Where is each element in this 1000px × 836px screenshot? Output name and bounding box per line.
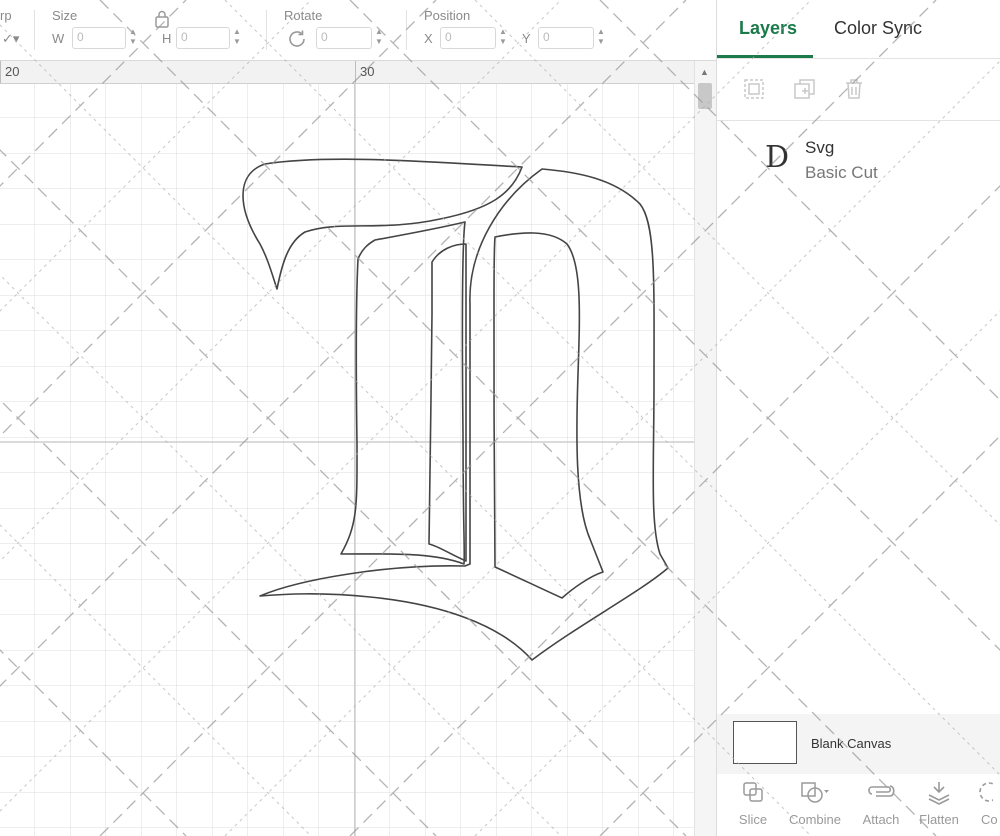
blank-canvas-row[interactable]: Blank Canvas (717, 714, 1000, 774)
duplicate-icon[interactable] (793, 78, 817, 106)
position-y-input[interactable]: 0 (538, 27, 594, 49)
layers-panel: Layers Color Sync D Svg Basic Cut Blank … (716, 0, 1000, 836)
warp-label: rp (0, 8, 12, 23)
rotate-group: Rotate 0 ▲ ▼ (284, 0, 394, 60)
position-y-label: Y (522, 31, 531, 46)
canvas-grid (0, 84, 694, 836)
size-label: Size (52, 8, 78, 23)
position-y-stepper[interactable]: ▲ ▼ (594, 27, 608, 49)
edit-toolbar: rp ✓▾ Size W 0 ▲ ▼ H 0 ▲ ▼ Rotate 0 ▲ ▼ Pos… (0, 0, 716, 61)
scroll-thumb[interactable] (698, 83, 712, 109)
scroll-up-arrow[interactable]: ▲ (700, 67, 709, 77)
layer-row[interactable]: D Svg Basic Cut (717, 128, 1000, 188)
delete-icon[interactable] (843, 78, 865, 106)
contour-label: Co (981, 812, 998, 827)
attach-label: Attach (862, 812, 900, 827)
ruler-mark: 20 (5, 64, 20, 79)
size-h-stepper[interactable]: ▲ ▼ (230, 27, 244, 49)
canvas-vertical-scrollbar[interactable]: ▲ (694, 61, 717, 836)
blank-canvas-label: Blank Canvas (811, 736, 892, 751)
position-label: Position (424, 8, 471, 23)
combine-label: Combine (788, 812, 842, 827)
toolbar-divider (34, 10, 35, 50)
layer-name: Svg (805, 138, 835, 157)
canvas-swatch[interactable] (733, 721, 797, 764)
contour-icon (961, 780, 1000, 808)
attach-button[interactable]: Attach (853, 780, 909, 827)
group-icon[interactable] (743, 78, 765, 106)
tab-divider (717, 58, 1000, 59)
ruler-tick (0, 61, 1, 83)
top-ruler: 20 30 (0, 61, 694, 84)
flatten-button[interactable]: Flatten (911, 780, 967, 827)
position-x-input[interactable]: 0 (440, 27, 496, 49)
size-w-input[interactable]: 0 (72, 27, 126, 49)
position-x-stepper[interactable]: ▲ ▼ (496, 27, 510, 49)
layer-thumbnail: D (765, 140, 790, 175)
slice-label: Slice (738, 812, 768, 827)
toolbar-divider (406, 10, 407, 50)
combine-icon (787, 780, 843, 808)
tab-layers[interactable]: Layers (739, 18, 797, 39)
warp-group: rp ✓▾ (0, 0, 30, 60)
flatten-label: Flatten (919, 812, 959, 827)
lock-icon[interactable] (155, 10, 169, 33)
size-w-stepper[interactable]: ▲ ▼ (126, 27, 140, 49)
layer-operation: Basic Cut (805, 163, 878, 182)
rotate-icon (286, 28, 308, 55)
position-x-label: X (424, 31, 433, 46)
attach-icon (853, 780, 909, 808)
rotate-stepper[interactable]: ▲ ▼ (372, 27, 386, 49)
slice-button[interactable]: Slice (725, 780, 781, 827)
warp-dropdown[interactable]: ✓▾ (2, 31, 19, 47)
size-group: Size W 0 ▲ ▼ H 0 ▲ ▼ (52, 0, 252, 60)
ruler-tick (355, 61, 356, 83)
slice-icon (725, 780, 781, 808)
flatten-icon (911, 780, 967, 808)
tab-color-sync[interactable]: Color Sync (834, 18, 922, 39)
position-group: Position X 0 ▲ ▼ Y 0 ▲ ▼ (424, 0, 614, 60)
tools-divider (717, 120, 1000, 121)
size-h-input[interactable]: 0 (176, 27, 230, 49)
contour-button[interactable]: Co (961, 780, 1000, 827)
toolbar-divider (266, 10, 267, 50)
rotate-input[interactable]: 0 (316, 27, 372, 49)
ruler-mark: 30 (360, 64, 375, 79)
rotate-label: Rotate (284, 8, 323, 23)
design-canvas[interactable] (0, 84, 694, 836)
size-h-label: H (162, 31, 172, 46)
size-w-label: W (52, 31, 65, 46)
combine-button[interactable]: Combine (787, 780, 843, 827)
